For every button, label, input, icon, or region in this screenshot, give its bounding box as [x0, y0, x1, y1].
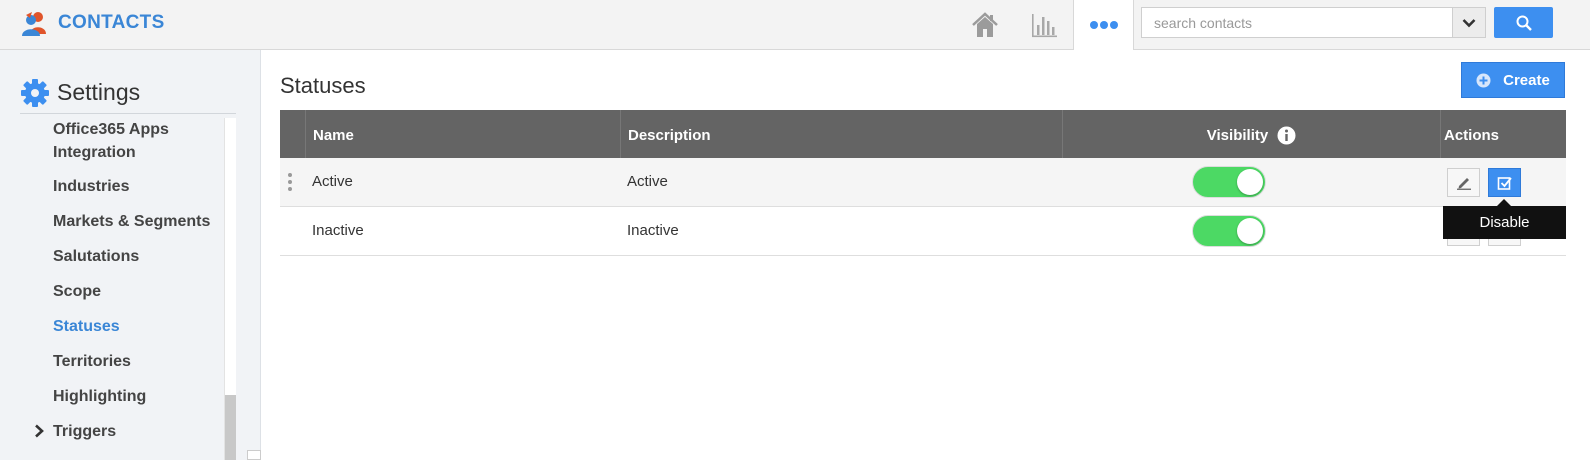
- status-description: Inactive: [627, 222, 679, 239]
- page-title: Statuses: [280, 73, 366, 98]
- drag-handle-icon[interactable]: [287, 172, 293, 192]
- settings-title: Settings: [57, 79, 141, 105]
- visibility-toggle[interactable]: [1192, 215, 1266, 247]
- toggle-knob: [1237, 218, 1263, 244]
- info-icon[interactable]: [1277, 126, 1296, 145]
- search-box: [1141, 7, 1486, 38]
- column-header-visibility[interactable]: Visibility: [1062, 110, 1440, 158]
- sidebar-item-salutations[interactable]: Salutations: [53, 245, 139, 268]
- more-nav-button[interactable]: [1073, 0, 1134, 50]
- sidebar-item-territories[interactable]: Territories: [53, 350, 131, 373]
- home-icon: [972, 11, 998, 37]
- sidebar-item-triggers[interactable]: Triggers: [53, 420, 116, 443]
- app-brand[interactable]: CONTACTS: [20, 8, 165, 38]
- column-header-description[interactable]: Description: [620, 110, 1062, 158]
- edit-button[interactable]: [1447, 168, 1480, 197]
- column-header-visibility-label: Visibility: [1206, 126, 1269, 144]
- sidebar-item-label: Integration: [53, 144, 136, 161]
- disable-tooltip: Disable: [1443, 199, 1566, 239]
- sidebar-item-label: Office365 Apps: [53, 121, 169, 138]
- search-input[interactable]: [1142, 8, 1453, 37]
- create-button[interactable]: Create: [1461, 62, 1565, 98]
- sidebar-scrollbar-thumb[interactable]: [225, 395, 236, 460]
- sidebar-item-office365[interactable]: Office365 Apps Integration: [53, 118, 169, 164]
- sidebar-item-statuses[interactable]: Statuses: [53, 315, 120, 338]
- scroll-corner: [247, 450, 261, 460]
- chevron-down-icon: [1462, 18, 1476, 27]
- more-dots-icon: [1089, 21, 1118, 29]
- sidebar-item-markets-segments[interactable]: Markets & Segments: [53, 210, 210, 233]
- settings-sidebar: Settings Office365 Apps Integration Indu…: [0, 50, 261, 460]
- create-button-label: Create: [1503, 71, 1550, 89]
- sidebar-item-industries[interactable]: Industries: [53, 175, 129, 198]
- plus-circle-icon: [1476, 73, 1491, 87]
- status-name: Active: [312, 173, 353, 190]
- table-row[interactable]: Inactive Inactive: [280, 207, 1566, 256]
- disable-button[interactable]: [1488, 168, 1521, 197]
- column-header-actions: Actions: [1440, 110, 1566, 158]
- contacts-people-icon: [22, 12, 46, 36]
- search-icon: [1516, 15, 1532, 31]
- status-name: Inactive: [312, 222, 364, 239]
- table-row[interactable]: Active Active: [280, 158, 1566, 207]
- toggle-knob: [1237, 169, 1263, 195]
- bar-chart-icon: [1032, 13, 1057, 37]
- sidebar-item-scope[interactable]: Scope: [53, 280, 101, 303]
- pencil-icon: [1456, 177, 1471, 190]
- search-dropdown-button[interactable]: [1452, 8, 1485, 37]
- visibility-toggle[interactable]: [1192, 166, 1266, 198]
- chevron-right-icon[interactable]: [33, 424, 45, 438]
- column-header-name[interactable]: Name: [305, 110, 620, 158]
- checkbox-check-icon: [1497, 176, 1512, 190]
- sidebar-item-highlighting[interactable]: Highlighting: [53, 385, 146, 408]
- search-button[interactable]: [1494, 7, 1553, 38]
- reports-nav-button[interactable]: [1014, 0, 1074, 49]
- top-bar: CONTACTS: [0, 0, 1590, 50]
- settings-header: Settings: [20, 76, 236, 114]
- status-description: Active: [627, 173, 668, 190]
- home-nav-button[interactable]: [955, 0, 1015, 49]
- header-drag-column: [280, 110, 305, 158]
- table-header: Name Description Visibility Actions: [280, 110, 1566, 158]
- app-title: CONTACTS: [58, 12, 165, 33]
- gear-icon: [21, 78, 49, 107]
